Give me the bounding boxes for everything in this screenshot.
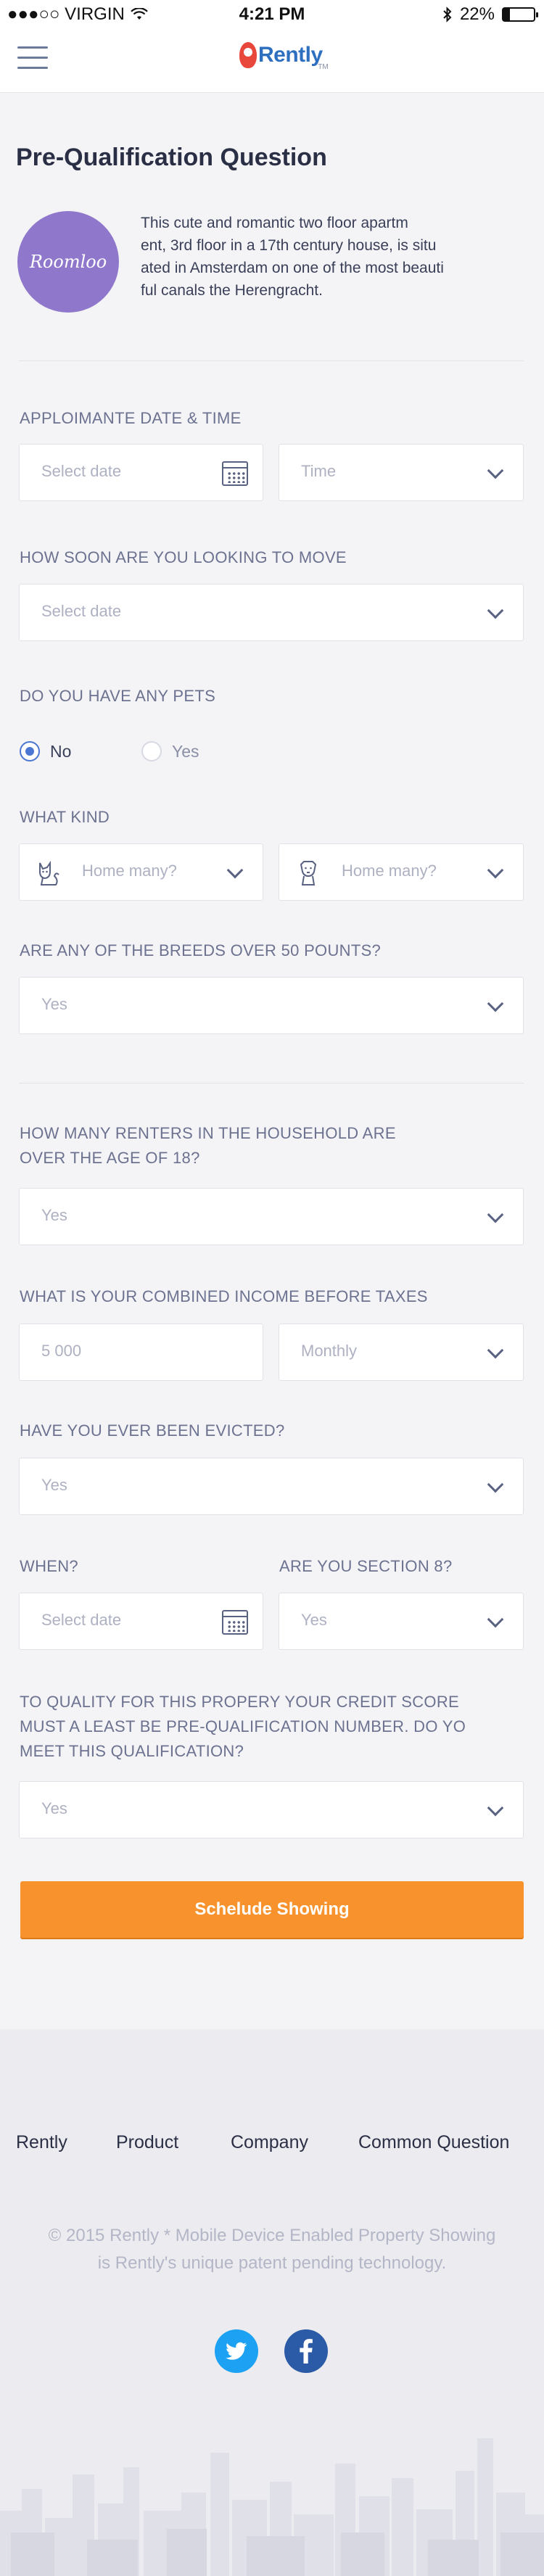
- radio-button-icon[interactable]: [141, 741, 162, 761]
- status-right: 22%: [442, 4, 538, 25]
- appointment-label: APPLOIMANTE DATE & TIME: [20, 409, 242, 427]
- bluetooth-icon: [443, 7, 452, 22]
- breeds-select[interactable]: Yes: [19, 977, 524, 1034]
- eviction-date-field[interactable]: Select date: [19, 1593, 263, 1650]
- breeds-label: ARE ANY OF THE BREEDS OVER 50 POUNTS?: [20, 941, 382, 959]
- footer-link-rently[interactable]: Rently: [16, 2132, 67, 2153]
- pets-option-no-label: No: [50, 741, 72, 761]
- credit-label-line: TO QUALITY FOR THIS PROPERY YOUR CREDIT …: [20, 1693, 460, 1711]
- chevron-down-icon: [222, 860, 248, 886]
- pets-label: DO YOU HAVE ANY PETS: [20, 687, 216, 705]
- logo-trademark: TM: [318, 63, 329, 71]
- description-line: This cute and romantic two floor apartm: [141, 215, 408, 231]
- income-period-select[interactable]: Monthly: [279, 1324, 524, 1381]
- divider: [19, 360, 524, 361]
- description-line: ent, 3rd floor in a 17th century house, …: [141, 237, 437, 254]
- twitter-icon[interactable]: [215, 2329, 258, 2373]
- rently-logo[interactable]: Rently TM: [239, 42, 329, 71]
- description-line: ated in Amsterdam on one of the most bea…: [141, 260, 444, 276]
- pets-radio-no[interactable]: No: [20, 741, 71, 761]
- page-title: Pre-Qualification Question: [16, 144, 327, 171]
- chevron-down-icon: [482, 994, 508, 1020]
- renters-label-line: HOW MANY RENTERS IN THE HOUSEHOLD ARE: [20, 1124, 396, 1142]
- chevron-down-icon: [482, 1340, 508, 1366]
- chevron-down-icon: [482, 461, 508, 487]
- cat-count-select[interactable]: Home many?: [19, 843, 263, 901]
- renters-label: HOW MANY RENTERS IN THE HOUSEHOLD ARE OV…: [20, 1121, 396, 1171]
- pet-kind-label: WHAT KIND: [20, 808, 110, 826]
- avatar-logo-text: Roomloo: [29, 252, 107, 272]
- section8-value: Yes: [301, 1611, 327, 1629]
- renters-value: Yes: [41, 1206, 67, 1224]
- renters-label-line: OVER THE AGE OF 18?: [20, 1149, 200, 1167]
- credit-label: TO QUALITY FOR THIS PROPERY YOUR CREDIT …: [20, 1690, 466, 1764]
- description-line: ful canals the Herengracht.: [141, 282, 323, 299]
- pets-option-yes-label: Yes: [172, 741, 199, 761]
- status-bar: ●●●○○ VIRGIN 4:21 PM 22%: [0, 0, 544, 29]
- eviction-date-placeholder: Select date: [41, 1611, 122, 1629]
- appointment-date-placeholder: Select date: [41, 462, 122, 480]
- credit-label-line: MUST A LEAST BE PRE-QUALIFICATION NUMBER…: [20, 1717, 466, 1735]
- pets-radio-yes[interactable]: Yes: [141, 741, 199, 761]
- property-description: This cute and romantic two floor apartm …: [141, 212, 518, 302]
- copyright-line: is Rently's unique patent pending techno…: [97, 2253, 447, 2273]
- dog-count-select[interactable]: Home many?: [279, 843, 524, 901]
- property-avatar: Roomloo: [17, 211, 119, 313]
- schedule-showing-button[interactable]: Schelude Showing: [20, 1881, 524, 1938]
- appointment-time-placeholder: Time: [301, 462, 337, 480]
- logo-text: Rently: [258, 43, 323, 67]
- copyright-line: © 2015 Rently * Mobile Device Enabled Pr…: [48, 2226, 496, 2245]
- cat-count-placeholder: Home many?: [82, 862, 177, 880]
- calendar-icon[interactable]: [222, 1609, 248, 1635]
- logo-mark-icon: [239, 42, 257, 68]
- chevron-down-icon: [482, 860, 508, 886]
- chevron-down-icon: [482, 600, 508, 627]
- dog-icon: [300, 861, 317, 886]
- cat-icon: [39, 860, 59, 886]
- credit-select[interactable]: Yes: [19, 1781, 524, 1838]
- city-skyline-illustration: [0, 2438, 544, 2576]
- top-navbar: Rently TM: [0, 29, 544, 93]
- renters-select[interactable]: Yes: [19, 1188, 524, 1245]
- chevron-down-icon: [482, 1609, 508, 1635]
- footer: Rently Product Company Common Question ©…: [0, 2029, 544, 2576]
- chevron-down-icon: [482, 1798, 508, 1824]
- menu-icon[interactable]: [17, 46, 48, 73]
- move-date-select[interactable]: Select date: [19, 584, 524, 641]
- income-label: WHAT IS YOUR COMBINED INCOME BEFORE TAXE…: [20, 1287, 428, 1305]
- battery-percent: 22%: [459, 4, 495, 24]
- evicted-value: Yes: [41, 1476, 67, 1494]
- when-label: WHEN?: [20, 1557, 78, 1575]
- income-period-value: Monthly: [301, 1342, 358, 1360]
- income-amount-input[interactable]: 5 000: [19, 1324, 263, 1381]
- section8-select[interactable]: Yes: [279, 1593, 524, 1650]
- battery-icon: [502, 7, 538, 22]
- breeds-value: Yes: [41, 995, 67, 1013]
- facebook-icon[interactable]: [284, 2329, 328, 2373]
- move-label: HOW SOON ARE YOU LOOKING TO MOVE: [20, 548, 347, 566]
- chevron-down-icon: [482, 1205, 508, 1231]
- chevron-down-icon: [482, 1474, 508, 1500]
- footer-link-common-question[interactable]: Common Question: [358, 2132, 509, 2153]
- evicted-label: HAVE YOU EVER BEEN EVICTED?: [20, 1421, 285, 1440]
- section8-label: ARE YOU SECTION 8?: [279, 1557, 453, 1575]
- dog-count-placeholder: Home many?: [342, 862, 437, 880]
- credit-label-line: MEET THIS QUALIFICATION?: [20, 1742, 244, 1760]
- calendar-icon[interactable]: [222, 461, 248, 487]
- appointment-date-field[interactable]: Select date: [19, 444, 263, 501]
- credit-value: Yes: [41, 1799, 67, 1817]
- copyright-text: © 2015 Rently * Mobile Device Enabled Pr…: [22, 2222, 522, 2277]
- evicted-select[interactable]: Yes: [19, 1458, 524, 1515]
- radio-button-icon[interactable]: [20, 741, 40, 761]
- move-date-placeholder: Select date: [41, 602, 122, 620]
- appointment-time-select[interactable]: Time: [279, 444, 524, 501]
- footer-link-product[interactable]: Product: [116, 2132, 178, 2153]
- footer-link-company[interactable]: Company: [231, 2132, 308, 2153]
- income-amount-value: 5 000: [41, 1342, 82, 1360]
